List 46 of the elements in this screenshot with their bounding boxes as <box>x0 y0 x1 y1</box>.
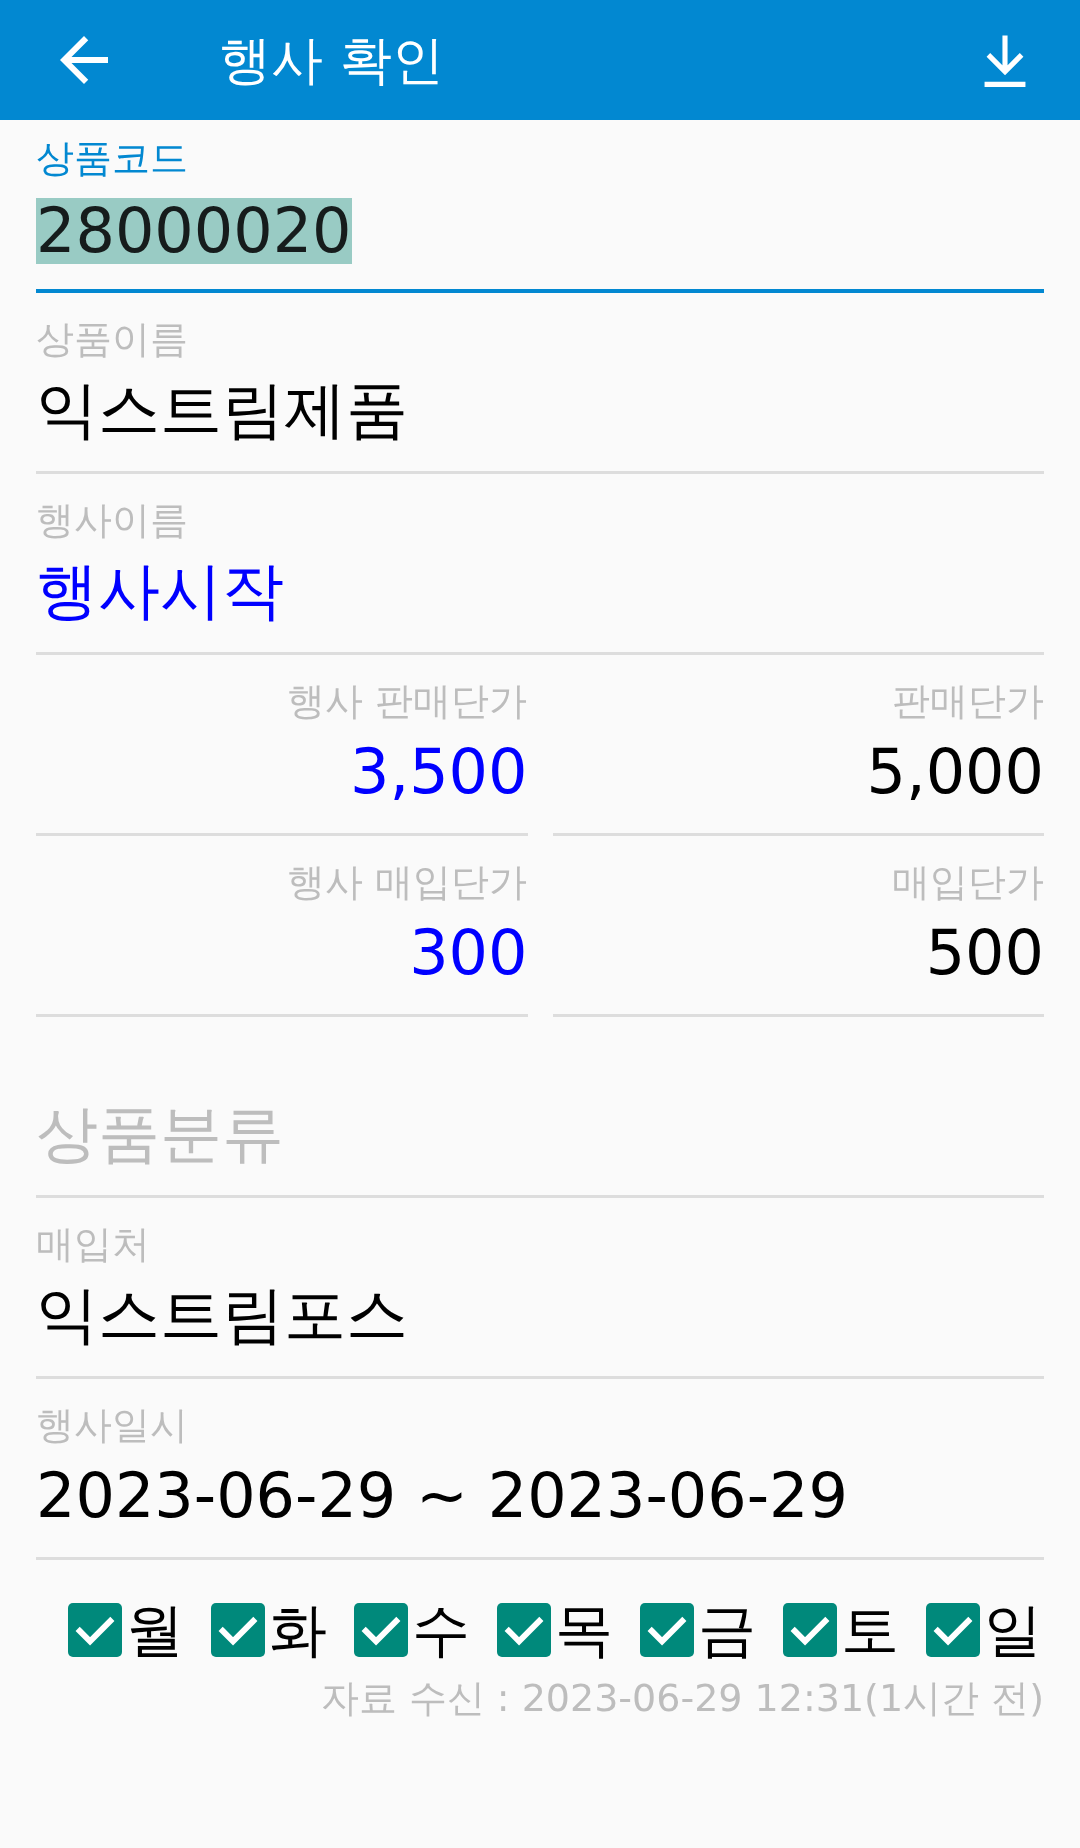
price-field[interactable]: 행사 매입단가 300 <box>36 836 528 1017</box>
weekday-checkbox[interactable]: 토 <box>783 1601 899 1659</box>
text-field[interactable]: 행사이름 행사시작 <box>36 474 1044 655</box>
section-heading: 상품분류 <box>36 1098 284 1170</box>
field-label: 행사 매입단가 <box>287 860 528 904</box>
sync-status-text: 자료 수신 : 2023-06-29 12:31(1시간 전) <box>320 1676 1044 1720</box>
checkbox-icon[interactable] <box>926 1603 980 1657</box>
weekday-checkbox[interactable]: 월 <box>68 1601 184 1659</box>
weekday-checkbox[interactable]: 화 <box>211 1601 327 1659</box>
field-value: 익스트림포스 <box>36 1282 408 1348</box>
checkbox-icon[interactable] <box>68 1603 122 1657</box>
weekday-checkbox[interactable]: 목 <box>497 1601 613 1659</box>
checkbox-icon[interactable] <box>497 1603 551 1657</box>
text-field[interactable]: 상품코드 28000020 <box>36 120 1044 293</box>
field-value: 500 <box>925 920 1044 986</box>
field-value: 5,000 <box>866 739 1044 805</box>
field-value: 2023-06-29 ~ 2023-06-29 <box>36 1463 848 1529</box>
field-value: 익스트림제품 <box>36 377 408 443</box>
field-label: 행사 판매단가 <box>287 679 528 723</box>
text-field[interactable]: 상품이름 익스트림제품 <box>36 293 1044 474</box>
field-label: 판매단가 <box>892 679 1044 723</box>
checkbox-icon[interactable] <box>783 1603 837 1657</box>
text-field[interactable]: 행사일시 2023-06-29 ~ 2023-06-29 <box>36 1379 1044 1560</box>
weekday-checkbox[interactable]: 일 <box>926 1601 1042 1659</box>
weekday-checkbox[interactable]: 수 <box>354 1601 470 1659</box>
field-value: 300 <box>409 920 528 986</box>
checkbox-icon[interactable] <box>211 1603 265 1657</box>
price-field[interactable]: 매입단가 500 <box>552 836 1044 1017</box>
download-icon <box>982 33 1028 87</box>
field-label: 상품코드 <box>36 136 188 180</box>
price-field[interactable]: 판매단가 5,000 <box>552 655 1044 836</box>
field-value: 행사시작 <box>36 558 284 624</box>
text-field[interactable]: 매입처 익스트림포스 <box>36 1198 1044 1379</box>
field-value: 28000020 <box>36 198 352 264</box>
field-label: 매입단가 <box>892 860 1044 904</box>
field-value: 3,500 <box>350 739 528 805</box>
checkbox-icon[interactable] <box>354 1603 408 1657</box>
field-label: 행사일시 <box>36 1403 188 1447</box>
field-label: 행사이름 <box>36 498 188 542</box>
back-arrow-icon <box>60 36 108 84</box>
price-field[interactable]: 행사 판매단가 3,500 <box>36 655 528 836</box>
screen-title: 행사 확인 <box>219 29 444 92</box>
checkbox-icon[interactable] <box>640 1603 694 1657</box>
field-label: 상품이름 <box>36 317 188 361</box>
field-label: 매입처 <box>36 1222 150 1266</box>
weekday-checkbox[interactable]: 금 <box>640 1601 756 1659</box>
